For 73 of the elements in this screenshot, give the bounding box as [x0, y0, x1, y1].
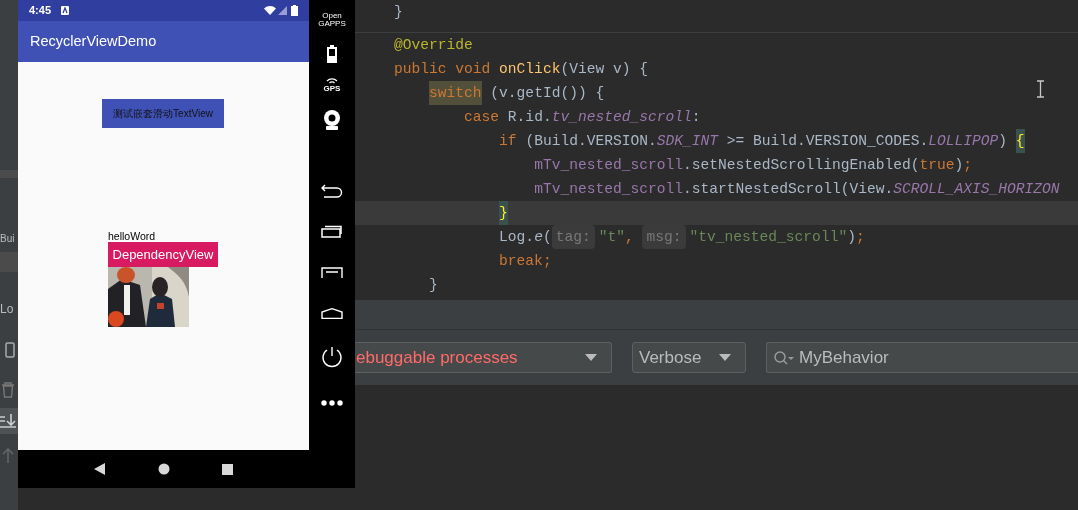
power-icon[interactable]	[321, 346, 343, 368]
text-cursor-icon	[1036, 80, 1045, 98]
code-text: .setNestedScrollingEnabled(	[683, 156, 920, 175]
parameter-hint: tag:	[551, 225, 595, 249]
dependency-view[interactable]: DependencyView	[108, 242, 218, 267]
code-brace: }	[499, 201, 508, 225]
code-text: (	[542, 228, 552, 247]
code-text: (Build.VERSION.	[525, 132, 657, 151]
code-constant: SCROLL_AXIS_HORIZON	[893, 180, 1060, 199]
signal-waves-icon[interactable]	[326, 78, 338, 84]
overview-icon[interactable]	[321, 225, 343, 238]
code-keyword: true	[919, 156, 955, 175]
log-level-dropdown[interactable]: Verbose	[632, 342, 746, 373]
battery-icon	[291, 5, 298, 16]
tool-window-label[interactable]: Lo	[0, 302, 18, 316]
code-text: }	[394, 3, 403, 22]
nested-scroll-button[interactable]: 测试嵌套滑动TextView	[102, 99, 224, 128]
code-field: mTv_nested_scroll	[534, 177, 683, 201]
code-brace: {	[1015, 129, 1025, 153]
parameter-hint: msg:	[642, 225, 686, 249]
code-keyword: break;	[499, 252, 552, 271]
gps-label[interactable]: GPS	[323, 84, 341, 93]
more-icon[interactable]	[321, 400, 343, 406]
code-method: onClick	[499, 60, 561, 79]
recents-icon[interactable]	[222, 463, 233, 475]
code-keyword: public void	[394, 60, 492, 79]
tool-window-label[interactable]: Bui	[0, 232, 18, 246]
code-constant: tv_nested_scroll	[551, 108, 692, 127]
house-icon[interactable]	[321, 308, 343, 319]
code-keyword: ;	[963, 156, 973, 175]
code-text: )	[954, 156, 964, 175]
back-icon[interactable]	[94, 463, 106, 475]
battery-icon[interactable]	[327, 45, 337, 63]
device-icon[interactable]	[5, 342, 15, 358]
code-text: >= Build.VERSION_CODES.	[726, 132, 929, 151]
menu-icon[interactable]	[321, 267, 343, 278]
code-string: "tv_nested_scroll"	[689, 228, 848, 247]
notification-icon	[61, 6, 70, 15]
code-text: (View v) {	[560, 60, 648, 79]
code-field: mTv_nested_scroll	[534, 153, 683, 177]
open-gapps-button[interactable]: Open GAPPS	[318, 12, 346, 28]
dropdown-caret-icon	[719, 354, 731, 361]
hello-text: helloWord	[108, 230, 157, 242]
search-icon	[773, 349, 795, 366]
code-text: }	[429, 276, 438, 295]
code-keyword: ,	[624, 228, 635, 247]
code-text: :	[691, 108, 701, 127]
code-keyword: switch	[429, 81, 482, 105]
code-constant: SDK_INT	[656, 132, 719, 151]
camera-icon[interactable]	[323, 110, 341, 130]
code-text: R.id.	[507, 108, 552, 127]
code-constant: LOLLIPOP	[928, 132, 999, 151]
back-arrow-icon[interactable]	[321, 184, 343, 198]
code-text: Log.	[499, 228, 535, 247]
dropdown-caret-icon	[585, 354, 597, 361]
status-time: 4:45	[29, 3, 52, 19]
code-keyword: if	[499, 132, 518, 151]
home-icon[interactable]	[158, 463, 170, 475]
code-text: )	[847, 228, 856, 247]
code-string: "t"	[598, 228, 625, 247]
process-dropdown[interactable]: ebuggable processes	[355, 342, 612, 373]
code-annotation: @Override	[394, 36, 473, 55]
code-text: (v.getId()) {	[490, 84, 605, 103]
signal-icon	[278, 6, 287, 15]
code-keyword: case	[464, 108, 501, 127]
wifi-icon	[264, 6, 276, 15]
code-text: )	[998, 132, 1009, 151]
code-keyword: ;	[855, 228, 865, 247]
code-text: .startNestedScroll(View.	[683, 180, 894, 199]
search-field[interactable]: MyBehavior	[766, 342, 1078, 373]
code-method: e	[534, 228, 543, 247]
scroll-to-end-icon[interactable]	[0, 413, 16, 429]
app-bar-title: RecyclerViewDemo	[30, 31, 157, 51]
